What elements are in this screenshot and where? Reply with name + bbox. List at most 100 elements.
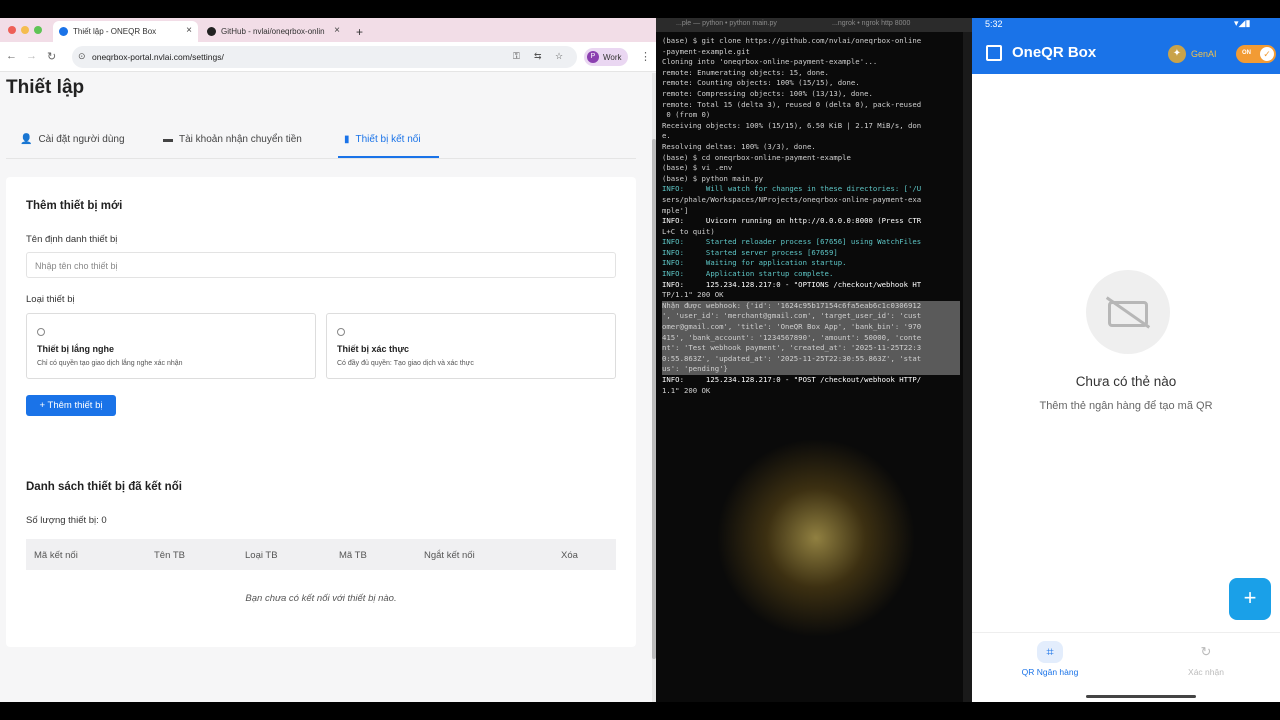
devices-card: Thêm thiết bị mới Tên định danh thiết bị… xyxy=(6,177,636,647)
terminal-tab-python[interactable]: ...ple — python • python main.py xyxy=(676,20,777,27)
qr-scan-icon: ⌗ xyxy=(1037,641,1063,663)
tabs-divider xyxy=(6,158,636,159)
back-icon[interactable]: ← xyxy=(6,50,17,62)
terminal-line: INFO: 125.234.128.217:0 - "OPTIONS /chec… xyxy=(662,279,922,289)
tab-label: Cài đặt người dùng xyxy=(38,134,125,145)
sparkle-icon: ✦ xyxy=(1168,45,1186,63)
active-tab-indicator xyxy=(338,156,439,158)
page-title: Thiết lập xyxy=(6,77,85,98)
option-description: Có đầy đủ quyền: Tạo giao dịch và xác th… xyxy=(337,360,474,367)
radio-button[interactable] xyxy=(337,328,345,336)
column-header: Xóa xyxy=(561,550,578,561)
terminal-line: TP/1.1" 200 OK xyxy=(662,290,724,300)
github-icon xyxy=(207,27,216,36)
reload-icon[interactable]: ↻ xyxy=(47,50,56,63)
device-list-title: Danh sách thiết bị đã kết nối xyxy=(26,481,182,493)
site-info-icon[interactable]: ⊙ xyxy=(78,51,86,62)
browser-tab-active[interactable]: Thiết lập - ONEQR Box × xyxy=(53,21,198,42)
forward-icon[interactable]: → xyxy=(26,50,37,62)
device-name-placeholder: Nhập tên cho thiết bị xyxy=(35,261,118,271)
terminal-line: INFO: Application startup complete. xyxy=(662,269,834,279)
terminal-line: (base) $ cd oneqrbox-online-payment-exam… xyxy=(662,152,851,162)
tab-label: Tài khoản nhận chuyển tiền xyxy=(179,134,302,145)
tab-connected-devices[interactable]: ▮ Thiết bị kết nối xyxy=(344,134,421,145)
terminal-output[interactable]: (base) $ git clone https://github.com/nv… xyxy=(662,36,960,396)
device-type-listener-option[interactable]: Thiết bị lắng nghe Chỉ có quyền tạo giao… xyxy=(26,313,316,379)
profile-chip[interactable]: P Work xyxy=(584,48,628,66)
terminal-line: Nhận được webhook: {'id': '1624c95b17154… xyxy=(662,300,960,312)
new-tab-button[interactable]: + xyxy=(352,21,372,42)
terminal-line: us': 'pending'} xyxy=(662,364,960,375)
app-title: OneQR Box xyxy=(1012,44,1097,61)
genai-label: GenAI xyxy=(1191,49,1217,59)
verify-icon: ↻ xyxy=(1200,644,1212,659)
terminal-line: nt': 'Test webhook payment', 'created_at… xyxy=(662,343,960,354)
terminal-line: -payment-example.git xyxy=(662,46,750,56)
qr-code-icon xyxy=(986,45,1002,61)
option-title: Thiết bị xác thực xyxy=(337,344,410,354)
nav-label: QR Ngân hàng xyxy=(1021,667,1079,677)
terminal-line: Receiving objects: 100% (15/15), 6.50 Ki… xyxy=(662,120,922,130)
minimize-window-icon[interactable] xyxy=(21,26,29,34)
terminal-tabs: ...ple — python • python main.py ...ngro… xyxy=(656,18,972,32)
browser-window: Thiết lập - ONEQR Box × GitHub - nvlai/o… xyxy=(0,18,656,702)
user-icon: 👤 xyxy=(20,134,33,145)
terminal-line: INFO: Started server process [67659] xyxy=(662,247,838,257)
browser-tab-github[interactable]: GitHub - nvlai/oneqrbox-onlin × xyxy=(201,21,346,42)
bottom-navigation: ⌗ QR Ngân hàng ↻ Xác nhận xyxy=(972,632,1280,702)
genai-toggle[interactable]: ON ✓ xyxy=(1236,45,1276,63)
device-icon: ▮ xyxy=(344,134,350,145)
tab-transfer-accounts[interactable]: ▬ Tài khoản nhận chuyển tiền xyxy=(163,134,302,145)
translate-icon[interactable]: ⇆ xyxy=(534,51,542,62)
nav-label: Xác nhận xyxy=(1188,667,1224,677)
close-tab-icon[interactable]: × xyxy=(334,25,340,36)
column-header: Loại TB xyxy=(245,550,278,561)
menu-icon[interactable]: ⋮ xyxy=(640,50,651,63)
screen-top-bar xyxy=(0,0,1280,18)
genai-button[interactable]: ✦ GenAI xyxy=(1168,45,1217,63)
radio-button[interactable] xyxy=(37,328,45,336)
close-window-icon[interactable] xyxy=(8,26,16,34)
option-title: Thiết bị lắng nghe xyxy=(37,344,114,354)
add-card-button[interactable]: + xyxy=(1229,578,1271,620)
maximize-window-icon[interactable] xyxy=(34,26,42,34)
add-device-title: Thêm thiết bị mới xyxy=(26,200,123,212)
bookmark-star-icon[interactable]: ☆ xyxy=(555,51,563,62)
column-header: Ngắt kết nối xyxy=(424,550,475,561)
terminal-line: e. xyxy=(662,131,671,141)
device-table-header: Mã kết nối Tên TB Loại TB Mã TB Ngắt kết… xyxy=(26,539,616,570)
nav-confirm[interactable]: ↻ Xác nhận xyxy=(1146,641,1266,677)
tab-user-settings[interactable]: 👤 Cài đặt người dùng xyxy=(20,134,125,145)
terminal-line: 1.1" 200 OK xyxy=(662,385,711,395)
device-type-verifier-option[interactable]: Thiết bị xác thực Có đầy đủ quyền: Tạo g… xyxy=(326,313,616,379)
address-bar[interactable]: ⊙ oneqrbox-portal.nvlai.com/settings/ ⚿ … xyxy=(72,46,577,68)
column-header: Tên TB xyxy=(154,550,185,561)
status-time: 5:32 xyxy=(985,19,1003,29)
device-count: Số lượng thiết bị: 0 xyxy=(26,515,107,526)
device-name-label: Tên định danh thiết bị xyxy=(26,234,118,245)
tab-title: Thiết lập - ONEQR Box xyxy=(73,27,157,36)
terminal-line: INFO: Waiting for application startup. xyxy=(662,258,847,268)
home-indicator[interactable] xyxy=(1086,695,1196,698)
screen-bottom-bar xyxy=(0,702,1280,720)
add-device-button[interactable]: + Thêm thiết bị xyxy=(26,395,116,416)
terminal-line: omer@gmail.com', 'title': 'OneQR Box App… xyxy=(662,322,960,333)
terminal-line: 0:55.863Z', 'updated_at': '2025-11-25T22… xyxy=(662,353,960,365)
terminal-window: ...ple — python • python main.py ...ngro… xyxy=(656,18,972,702)
terminal-line: INFO: Will watch for changes in these di… xyxy=(662,184,922,194)
nav-qr-bank[interactable]: ⌗ QR Ngân hàng xyxy=(990,641,1110,677)
profile-label: Work xyxy=(603,52,622,62)
phone-screen: 5:32 ▾◢▮ OneQR Box ✦ GenAI ON ✓ Chưa có … xyxy=(972,18,1280,702)
terminal-scrollbar[interactable] xyxy=(963,32,972,702)
avatar: P xyxy=(587,51,599,63)
toggle-label: ON xyxy=(1242,50,1251,56)
terminal-line: ', 'user_id': 'merchant@gmail.com', 'tar… xyxy=(662,311,960,323)
empty-state-title: Chưa có thẻ nào xyxy=(1075,374,1177,389)
terminal-line: Cloning into 'oneqrbox-online-payment-ex… xyxy=(662,57,878,67)
key-icon[interactable]: ⚿ xyxy=(513,51,520,62)
device-name-input[interactable]: Nhập tên cho thiết bị xyxy=(26,252,616,278)
terminal-tab-ngrok[interactable]: ...ngrok • ngrok http 8000 xyxy=(832,20,910,27)
terminal-line: INFO: Started reloader process [67656] u… xyxy=(662,237,922,247)
terminal-line: remote: Compressing objects: 100% (13/13… xyxy=(662,88,873,98)
close-tab-icon[interactable]: × xyxy=(186,25,192,36)
